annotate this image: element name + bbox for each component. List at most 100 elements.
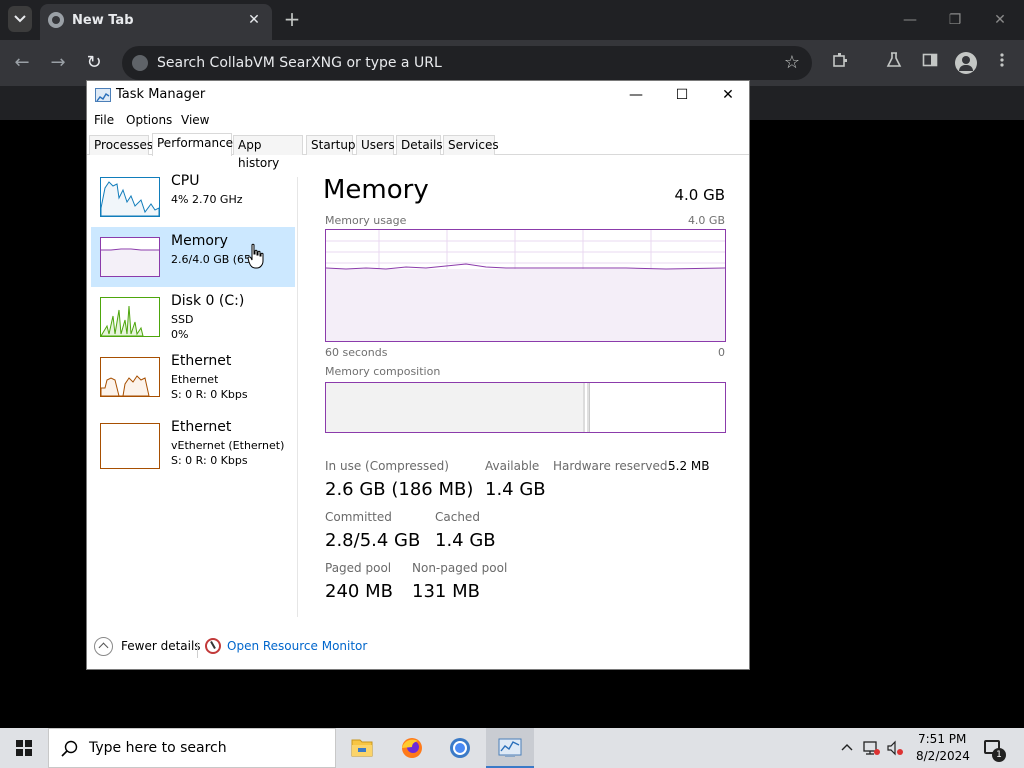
committed-value: 2.8/5.4 GB	[325, 530, 421, 551]
taskbar-file-explorer[interactable]	[338, 728, 386, 768]
folder-icon	[351, 739, 373, 757]
taskbar-task-manager[interactable]	[486, 728, 534, 768]
close-icon[interactable]: ✕	[244, 10, 264, 30]
task-manager-icon	[95, 88, 111, 102]
cached-label: Cached	[435, 510, 480, 524]
extensions-icon[interactable]	[829, 52, 851, 74]
menu-options[interactable]: Options	[126, 113, 172, 127]
tab-users[interactable]: Users	[356, 135, 395, 155]
search-engine-icon	[132, 55, 148, 71]
performance-sidebar: CPU 4% 2.70 GHz Memory 2.6/4.0 GB (65%) …	[87, 155, 299, 625]
minimize-button[interactable]: —	[613, 81, 659, 111]
close-button[interactable]: ✕	[988, 8, 1012, 32]
side-panel-icon[interactable]	[919, 52, 941, 74]
non-paged-pool-value: 131 MB	[412, 581, 480, 602]
tab-processes[interactable]: Processes	[89, 135, 153, 155]
open-resource-monitor-link[interactable]: Open Resource Monitor	[227, 639, 367, 653]
labs-flask-icon[interactable]	[883, 52, 905, 74]
browser-tab-new-tab[interactable]: New Tab ✕	[40, 4, 272, 40]
tab-search-button[interactable]	[8, 6, 32, 32]
memory-usage-graph	[325, 229, 726, 342]
restore-button[interactable]: ❐	[943, 8, 967, 32]
bookmark-star-icon[interactable]: ☆	[784, 52, 800, 73]
tab-services[interactable]: Services	[443, 135, 499, 155]
search-icon	[61, 740, 78, 757]
memory-usage-area	[326, 269, 725, 341]
volume-muted-icon[interactable]	[886, 740, 904, 756]
search-placeholder: Type here to search	[89, 740, 227, 756]
task-manager-icon	[498, 738, 522, 757]
memory-thumbnail-graph	[100, 237, 160, 277]
disk-type-text: SSD	[171, 313, 194, 326]
notification-count-badge: 1	[992, 748, 1006, 762]
resource-monitor-icon[interactable]	[205, 638, 221, 654]
taskbar-firefox[interactable]	[388, 728, 436, 768]
start-button[interactable]	[0, 728, 48, 768]
memory-composition-bar	[325, 382, 726, 433]
clock-date[interactable]: 8/2/2024	[916, 749, 970, 763]
sidebar-item-vethernet[interactable]: Ethernet vEthernet (Ethernet) S: 0 R: 0 …	[91, 419, 295, 479]
tab-bar: Processes Performance App history Startu…	[87, 133, 749, 170]
menu-view[interactable]: View	[181, 113, 209, 127]
vethernet-thumbnail-graph	[100, 423, 160, 469]
sidebar-item-cpu[interactable]: CPU 4% 2.70 GHz	[91, 167, 295, 227]
taskbar-search-box[interactable]: Type here to search	[48, 728, 336, 768]
memory-composition-label: Memory composition	[325, 365, 441, 378]
memory-usage-label: Memory usage	[325, 214, 407, 227]
chrome-icon	[450, 738, 470, 758]
disk-thumbnail-graph	[100, 297, 160, 337]
pane-divider	[297, 177, 298, 617]
chevron-up-icon[interactable]	[94, 637, 113, 656]
profile-avatar-icon[interactable]	[955, 52, 977, 74]
new-tab-button[interactable]: +	[282, 8, 302, 30]
browser-tab-strip: New Tab ✕ + — ❐ ✕	[0, 0, 1024, 40]
tab-app-history[interactable]: App history	[233, 135, 303, 170]
available-value: 1.4 GB	[485, 479, 546, 500]
composition-modified	[587, 383, 590, 432]
windows-logo-icon	[16, 740, 32, 756]
sidebar-item-ethernet[interactable]: Ethernet Ethernet S: 0 R: 0 Kbps	[91, 353, 295, 413]
close-button[interactable]: ✕	[705, 81, 751, 111]
ethernet-label: Ethernet	[171, 353, 232, 369]
time-end-label: 0	[718, 346, 725, 359]
memory-heading: Memory	[323, 175, 429, 205]
memory-usage-text: 2.6/4.0 GB (65%)	[171, 253, 253, 266]
desktop: New Tab ✕ + — ❐ ✕ ← → ↻ Search CollabVM …	[0, 0, 1024, 768]
more-menu-icon[interactable]	[991, 52, 1013, 74]
menu-file[interactable]: File	[94, 113, 114, 127]
tab-startup[interactable]: Startup	[306, 135, 356, 155]
ethernet-throughput-text: S: 0 R: 0 Kbps	[171, 388, 248, 401]
tab-performance[interactable]: Performance	[152, 133, 233, 156]
non-paged-pool-label: Non-paged pool	[412, 561, 508, 575]
maximize-button[interactable]: ☐	[659, 81, 705, 111]
composition-in-use	[326, 383, 585, 432]
taskbar-chrome[interactable]	[436, 728, 484, 768]
clock-time[interactable]: 7:51 PM	[918, 732, 966, 746]
tab-details[interactable]: Details	[396, 135, 443, 155]
tray-chevron-up-icon[interactable]	[838, 740, 856, 756]
forward-button[interactable]: →	[45, 50, 71, 76]
ethernet-thumbnail-graph	[100, 357, 160, 397]
network-icon[interactable]	[862, 740, 880, 756]
vethernet-adapter-text: vEthernet (Ethernet)	[171, 439, 285, 452]
cpu-usage-text: 4% 2.70 GHz	[171, 193, 243, 206]
hardware-reserved-label: Hardware reserved:	[553, 459, 672, 473]
memory-usage-line	[325, 263, 726, 270]
paged-pool-value: 240 MB	[325, 581, 393, 602]
vethernet-label: Ethernet	[171, 419, 232, 435]
browser-tab-title: New Tab	[72, 13, 134, 28]
fewer-details-button[interactable]: Fewer details	[121, 639, 201, 653]
footer-divider	[197, 642, 198, 658]
sidebar-item-disk[interactable]: Disk 0 (C:) SSD 0%	[91, 287, 295, 347]
reload-button[interactable]: ↻	[81, 50, 107, 76]
cpu-label: CPU	[171, 173, 200, 189]
disk-label: Disk 0 (C:)	[171, 293, 245, 309]
address-placeholder: Search CollabVM SearXNG or type a URL	[157, 55, 442, 71]
back-button[interactable]: ←	[9, 50, 35, 76]
menu-bar: File Options View	[87, 111, 749, 131]
minimize-button[interactable]: —	[898, 8, 922, 32]
available-label: Available	[485, 459, 540, 473]
address-bar[interactable]: Search CollabVM SearXNG or type a URL ☆	[122, 46, 812, 80]
disk-usage-text: 0%	[171, 328, 189, 341]
memory-label: Memory	[171, 233, 228, 249]
